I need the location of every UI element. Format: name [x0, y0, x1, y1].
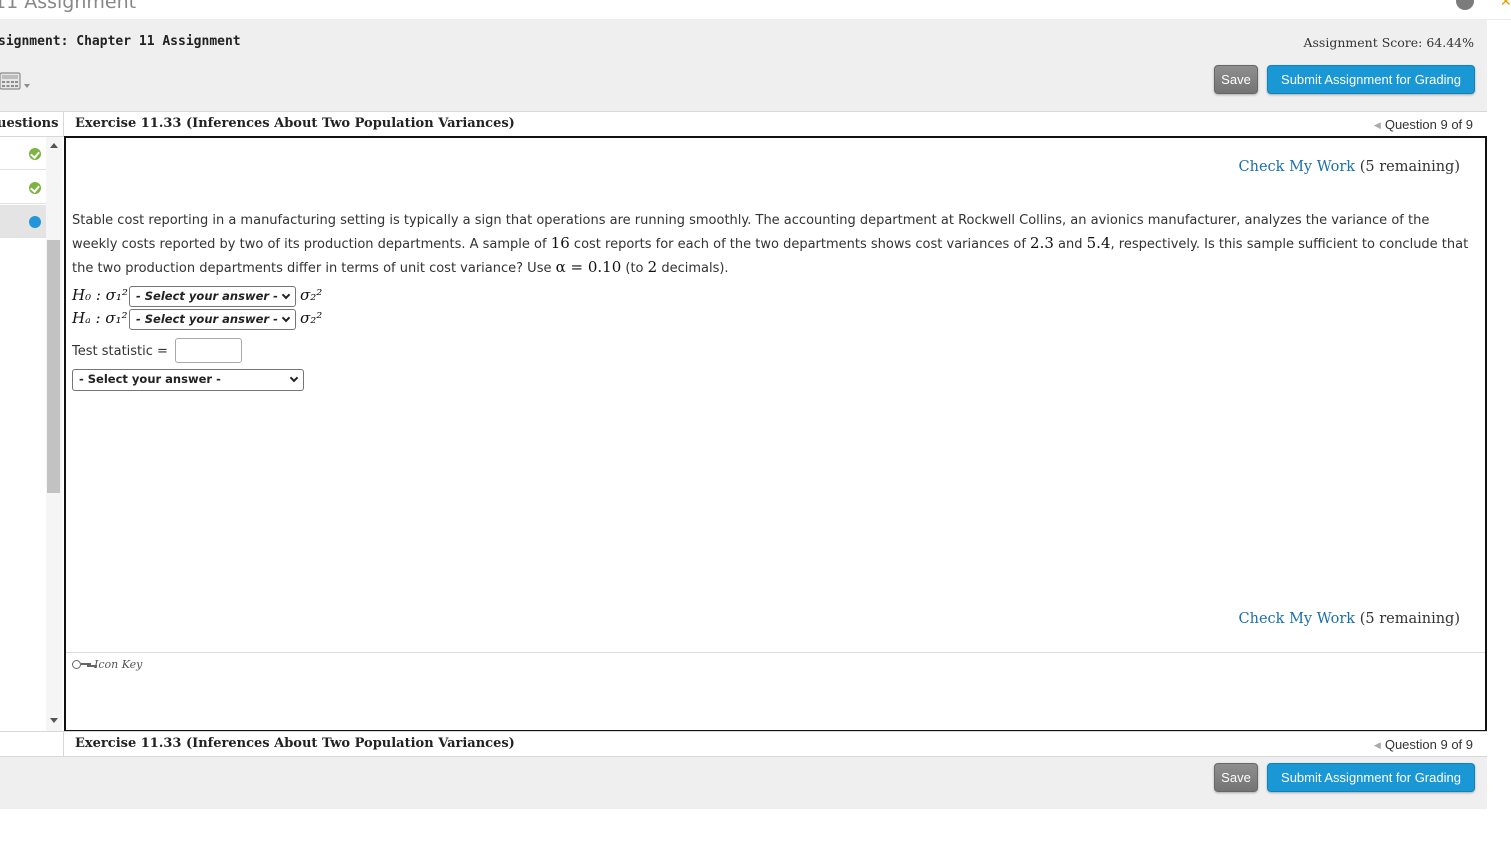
previous-arrow-icon[interactable]: ◀	[1374, 740, 1381, 750]
question-nav-label: Question 9 of 9	[1384, 737, 1473, 752]
chevron-down-icon	[281, 290, 291, 300]
save-button-bottom[interactable]: Save	[1214, 763, 1258, 792]
question-content-panel: Check My Work (5 remaining) Stable cost …	[64, 136, 1487, 732]
null-hypothesis-row: H₀ : σ₁² - Select your answer - σ₂²	[72, 286, 322, 308]
question-list-sidebar	[0, 137, 64, 731]
decimals-value: 2	[647, 258, 658, 276]
icon-key-label: Icon Key	[94, 658, 143, 671]
window-title-bar: 11 Assignment ✕	[0, 0, 1511, 20]
sidebar-scrollbar[interactable]	[46, 137, 62, 731]
assignment-title: signment: Chapter 11 Assignment	[0, 34, 241, 49]
scroll-down-icon[interactable]	[50, 718, 58, 723]
problem-text: Stable cost reporting in a manufacturing…	[72, 213, 1469, 276]
test-statistic-input[interactable]	[175, 338, 242, 363]
questions-column-footer	[0, 732, 64, 756]
null-hypothesis-label: H₀ : σ₁²	[72, 286, 128, 304]
question-nav-bottom[interactable]: ◀ Question 9 of 9	[1374, 737, 1473, 752]
alternative-hypothesis-rhs: σ₂²	[300, 309, 323, 327]
close-icon[interactable]: ✕	[1500, 0, 1511, 10]
alternative-hypothesis-label: Hₐ : σ₁²	[72, 309, 128, 327]
sample-size-value: 16	[550, 234, 570, 252]
exercise-title: Exercise 11.33 (Inferences About Two Pop…	[75, 116, 515, 131]
remaining-count: (5 remaining)	[1359, 159, 1460, 175]
test-statistic-label: Test statistic =	[72, 344, 168, 359]
alternative-hypothesis-row: Hₐ : σ₁² - Select your answer - σ₂²	[72, 309, 322, 331]
null-hypothesis-select[interactable]: - Select your answer -	[129, 286, 296, 307]
check-circle-icon	[29, 148, 41, 160]
calculator-icon[interactable]	[0, 70, 34, 96]
remaining-count: (5 remaining)	[1359, 611, 1460, 627]
alternative-hypothesis-select[interactable]: - Select your answer -	[129, 309, 296, 330]
questions-column-header: uestions	[0, 112, 64, 136]
save-button[interactable]: Save	[1214, 65, 1258, 94]
icon-key[interactable]: Icon Key	[72, 658, 142, 671]
check-my-work-link[interactable]: Check My Work	[1239, 611, 1356, 627]
check-my-work-bottom: Check My Work (5 remaining)	[1239, 611, 1460, 627]
questions-label: uestions	[0, 116, 59, 131]
question-list-item-1[interactable]	[0, 137, 46, 170]
null-hypothesis-rhs: σ₂²	[300, 286, 323, 304]
question-nav[interactable]: ◀ Question 9 of 9	[1374, 117, 1473, 132]
help-icon[interactable]	[1456, 0, 1474, 10]
conclusion-select[interactable]: - Select your answer -	[72, 369, 304, 391]
submit-assignment-button[interactable]: Submit Assignment for Grading	[1267, 65, 1475, 94]
scroll-up-icon[interactable]	[50, 143, 58, 148]
check-my-work-top: Check My Work (5 remaining)	[1239, 159, 1460, 175]
scrollbar-thumb[interactable]	[47, 240, 60, 493]
window-title: 11 Assignment	[0, 0, 137, 13]
chevron-down-icon	[289, 373, 299, 383]
assignment-header: signment: Chapter 11 Assignment Assignme…	[0, 20, 1487, 111]
question-list-item-3[interactable]	[0, 205, 46, 238]
check-my-work-link[interactable]: Check My Work	[1239, 159, 1356, 175]
question-list-item-2[interactable]	[0, 171, 46, 204]
assignment-score: Assignment Score: 64.44%	[1303, 35, 1474, 50]
check-circle-icon	[29, 182, 41, 194]
variance-2-value: 5.4	[1086, 234, 1111, 252]
question-footer-strip: Exercise 11.33 (Inferences About Two Pop…	[0, 731, 1487, 757]
alpha-value: α = 0.10	[555, 258, 622, 276]
submit-assignment-button-bottom[interactable]: Submit Assignment for Grading	[1267, 763, 1475, 792]
assignment-footer: Save Submit Assignment for Grading	[0, 757, 1487, 809]
chevron-down-icon	[281, 313, 291, 323]
question-header-strip: uestions Exercise 11.33 (Inferences Abou…	[0, 111, 1487, 137]
current-dot-icon	[29, 216, 41, 228]
key-icon	[72, 659, 92, 669]
question-nav-label: Question 9 of 9	[1384, 117, 1473, 132]
previous-arrow-icon[interactable]: ◀	[1374, 120, 1381, 130]
panel-divider	[66, 652, 1485, 653]
exercise-title-bottom: Exercise 11.33 (Inferences About Two Pop…	[75, 736, 515, 751]
variance-1-value: 2.3	[1030, 234, 1054, 252]
